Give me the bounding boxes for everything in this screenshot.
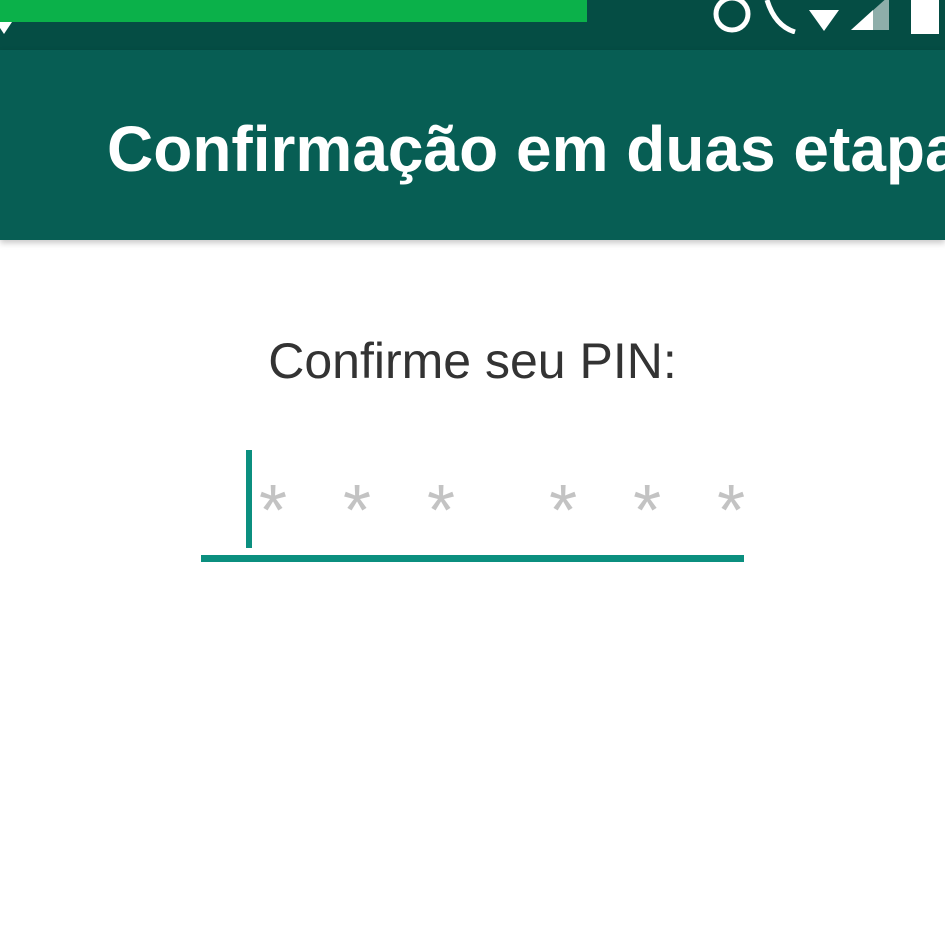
screen: Confirmação em duas etapa Confirme seu P… — [0, 0, 945, 945]
ongoing-call-banner[interactable] — [0, 0, 587, 22]
pin-label: Confirme seu PIN: — [268, 333, 677, 389]
cellular-icon — [849, 0, 893, 34]
status-bar — [0, 0, 945, 50]
pin-placeholder: * * * * * * — [259, 471, 764, 551]
signal-icon — [0, 22, 14, 41]
pin-input-underline — [201, 555, 744, 562]
battery-icon — [901, 0, 945, 34]
page-title: Confirmação em duas etapa — [107, 113, 945, 185]
wifi-icon — [807, 0, 841, 34]
alarm-icon — [711, 0, 753, 34]
text-cursor — [246, 450, 252, 548]
pin-input[interactable]: * * * * * * — [201, 448, 745, 564]
app-bar: Confirmação em duas etapa — [0, 50, 945, 240]
vibrate-icon — [761, 0, 799, 34]
status-icons — [711, 0, 945, 36]
